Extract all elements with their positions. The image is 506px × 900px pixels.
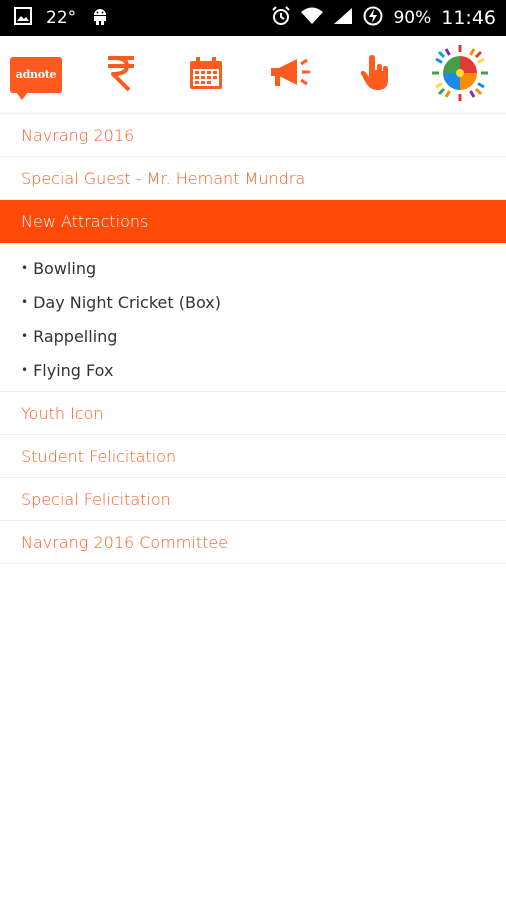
toolbar: adnote bbox=[0, 36, 506, 114]
gallery-icon bbox=[14, 7, 32, 29]
calendar-button[interactable] bbox=[176, 45, 236, 105]
touch-button[interactable] bbox=[345, 45, 405, 105]
menu-item-navrang-2016[interactable]: Navrang 2016 bbox=[0, 114, 506, 157]
hand-pointer-icon bbox=[359, 54, 391, 96]
status-left: 22° bbox=[14, 6, 124, 30]
rupee-icon bbox=[105, 54, 137, 96]
menu-item-student-felicitation[interactable]: Student Felicitation bbox=[0, 435, 506, 478]
list-item-flying-fox: • Flying Fox bbox=[0, 353, 506, 387]
wifi-icon bbox=[301, 7, 324, 29]
navigation-menu: Navrang 2016 Special Guest - Mr. Hemant … bbox=[0, 114, 506, 564]
rupee-button[interactable] bbox=[91, 45, 151, 105]
bullet: • bbox=[21, 261, 29, 275]
list-item-label: Flying Fox bbox=[33, 360, 114, 380]
bullet: • bbox=[21, 295, 29, 309]
navrang-emblem-icon bbox=[430, 43, 490, 107]
list-item-rappelling: • Rappelling bbox=[0, 319, 506, 353]
alarm-icon bbox=[271, 6, 291, 30]
android-debug-icon bbox=[90, 6, 110, 30]
battery-percent: 90% bbox=[393, 8, 432, 28]
menu-item-navrang-committee[interactable]: Navrang 2016 Committee bbox=[0, 521, 506, 564]
announcements-button[interactable] bbox=[260, 45, 320, 105]
battery-saver-icon bbox=[363, 6, 383, 30]
bullet: • bbox=[21, 329, 29, 343]
bullet: • bbox=[21, 363, 29, 377]
status-right: 90% 11:46 bbox=[261, 6, 496, 30]
list-item-day-night-cricket: • Day Night Cricket (Box) bbox=[0, 285, 506, 319]
navrang-button[interactable] bbox=[430, 43, 490, 107]
clock-time: 11:46 bbox=[441, 7, 496, 29]
calendar-icon bbox=[188, 55, 224, 95]
signal-icon bbox=[333, 7, 353, 29]
menu-item-special-felicitation[interactable]: Special Felicitation bbox=[0, 478, 506, 521]
list-item-label: Bowling bbox=[33, 258, 97, 278]
menu-item-new-attractions[interactable]: New Attractions bbox=[0, 200, 506, 243]
temperature-text: 22° bbox=[46, 8, 77, 28]
adnote-logo-text: adnote bbox=[15, 68, 57, 81]
adnote-logo: adnote bbox=[10, 56, 62, 100]
adnote-logo-button[interactable]: adnote bbox=[6, 45, 66, 105]
status-bar: 22° 90% 11:46 bbox=[0, 0, 506, 36]
menu-item-special-guest[interactable]: Special Guest - Mr. Hemant Mundra bbox=[0, 157, 506, 200]
list-item-label: Day Night Cricket (Box) bbox=[33, 292, 221, 312]
megaphone-icon bbox=[267, 56, 313, 94]
list-item-label: Rappelling bbox=[33, 326, 118, 346]
new-attractions-list: • Bowling • Day Night Cricket (Box) • Ra… bbox=[0, 243, 506, 392]
menu-item-youth-icon[interactable]: Youth Icon bbox=[0, 392, 506, 435]
list-item-bowling: • Bowling bbox=[0, 251, 506, 285]
